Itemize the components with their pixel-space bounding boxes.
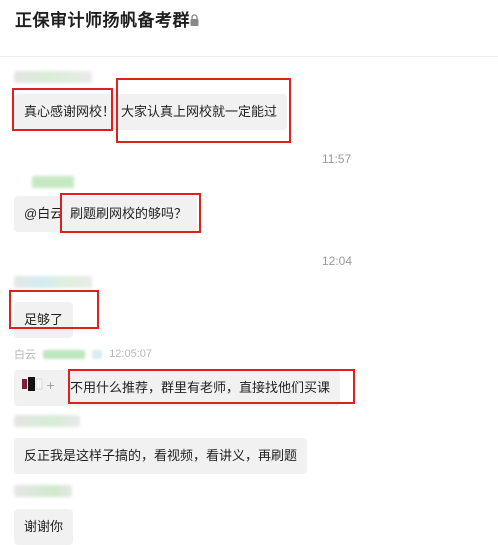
message-meta: 白云 12:05:07 (14, 346, 153, 361)
message-bubble[interactable]: 反正我是这样子搞的，看视频，看讲义，再刷题 (14, 438, 308, 474)
badge-icon (92, 349, 103, 359)
chat-header: 正保审计师扬帆备考群 (0, 0, 498, 57)
sender-name-blurred (14, 71, 92, 83)
timestamp: 11:57 (322, 152, 352, 166)
message-bubble[interactable]: 刷题刷网校的够吗？ (62, 196, 198, 232)
mention[interactable]: @白云 (24, 206, 63, 221)
sender-name-blurred (14, 485, 72, 497)
sender-name-blurred (14, 415, 80, 427)
emoji-icon: + (22, 377, 55, 392)
group-title[interactable]: 正保审计师扬帆备考群 (15, 10, 190, 32)
message-bubble[interactable]: 谢谢你 (14, 509, 74, 545)
message-bubble[interactable]: 足够了 (14, 302, 74, 338)
message-bubble[interactable]: @白云 (14, 196, 68, 232)
sender-name: 白云 (14, 349, 36, 361)
timestamp: 12:04 (322, 254, 353, 268)
message-bubble[interactable]: 真心感谢网校！ (14, 94, 126, 130)
lock-icon (190, 14, 199, 26)
sender-name-blurred (14, 276, 92, 288)
sender-name-blurred (32, 176, 74, 188)
svg-text:+: + (46, 379, 55, 392)
message-bubble[interactable]: 大家认真上网校就一定能过 (117, 94, 288, 130)
timestamp: 12:05:07 (109, 348, 153, 360)
sender-tag-blurred (43, 349, 86, 359)
